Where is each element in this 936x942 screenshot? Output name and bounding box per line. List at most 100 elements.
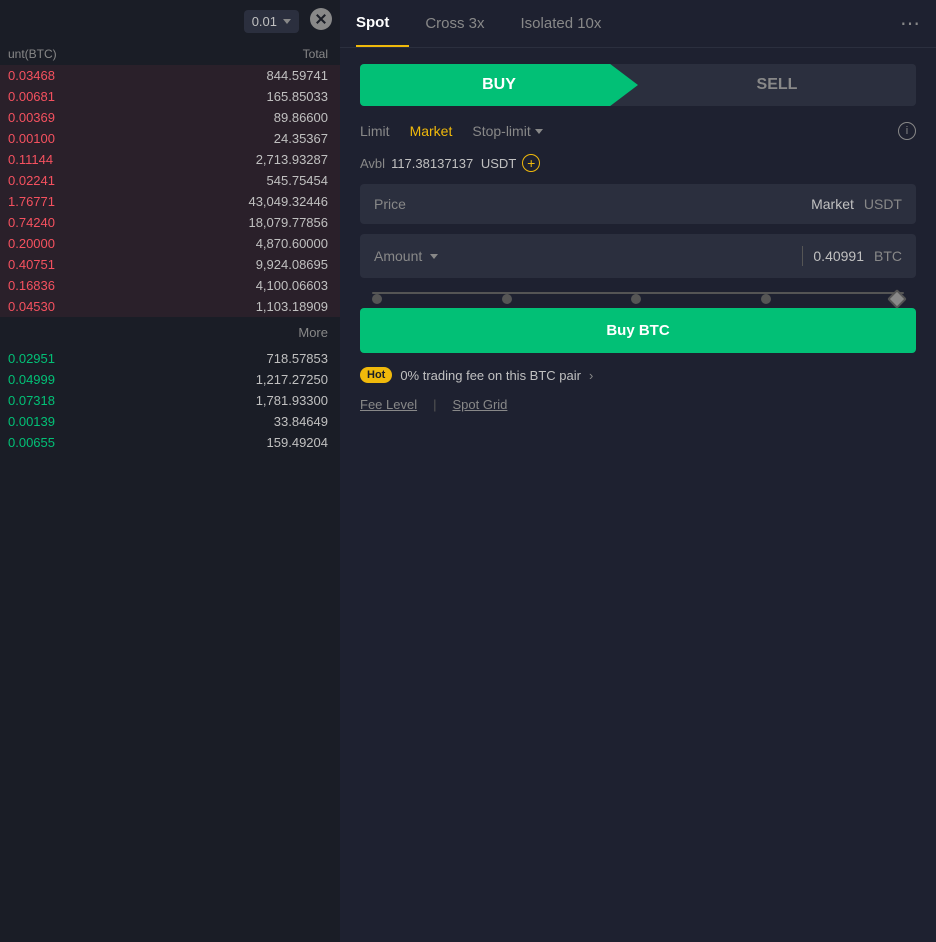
sell-orders: 0.03468844.597410.00681165.850330.003698… xyxy=(0,65,340,317)
buy-amount: 0.02951 xyxy=(8,351,168,366)
sell-amount: 0.02241 xyxy=(8,173,168,188)
col-amount-header: unt(BTC) xyxy=(8,47,168,61)
fee-level-link[interactable]: Fee Level xyxy=(360,397,417,412)
sell-amount: 0.16836 xyxy=(8,278,168,293)
price-selector[interactable]: 0.01 xyxy=(244,10,299,33)
amount-field[interactable]: Amount 0.40991 BTC xyxy=(360,234,916,278)
amount-right: 0.40991 BTC xyxy=(802,246,902,266)
orderbook-header: 0.01 ⋮ xyxy=(0,0,340,43)
sell-order-row[interactable]: 0.407519,924.08695 xyxy=(0,254,340,275)
amount-currency: BTC xyxy=(874,248,902,264)
hot-text: 0% trading fee on this BTC pair xyxy=(400,368,581,383)
amount-slider[interactable] xyxy=(360,292,916,294)
sell-order-row[interactable]: 0.7424018,079.77856 xyxy=(0,212,340,233)
link-separator: | xyxy=(433,397,436,412)
slider-dot-100[interactable] xyxy=(887,289,907,309)
buy-action-button[interactable]: Buy BTC xyxy=(360,308,916,353)
hot-row[interactable]: Hot 0% trading fee on this BTC pair › xyxy=(360,367,916,383)
buy-amount: 0.07318 xyxy=(8,393,168,408)
trading-panel: Spot Cross 3x Isolated 10x ⋯ BUY SELL Limit… xyxy=(340,0,936,942)
sell-amount: 0.20000 xyxy=(8,236,168,251)
sell-total: 545.75454 xyxy=(168,173,328,188)
sell-amount: 0.40751 xyxy=(8,257,168,272)
order-type-stoplimit[interactable]: Stop-limit xyxy=(472,123,542,139)
price-currency: USDT xyxy=(864,196,902,212)
amount-value: 0.40991 xyxy=(813,248,864,264)
table-header: unt(BTC) Total xyxy=(0,43,340,65)
trading-area: BUY SELL Limit Market Stop-limit i Avbl 11… xyxy=(340,48,936,942)
sell-amount: 0.74240 xyxy=(8,215,168,230)
slider-dot-0[interactable] xyxy=(372,294,382,304)
price-label: Price xyxy=(374,196,406,212)
price-right: Market USDT xyxy=(811,196,902,212)
sell-order-row[interactable]: 0.0036989.86600 xyxy=(0,107,340,128)
buy-order-row[interactable]: 0.073181,781.93300 xyxy=(0,390,340,411)
buy-order-row[interactable]: 0.049991,217.27250 xyxy=(0,369,340,390)
tab-isolated-10x[interactable]: Isolated 10x xyxy=(521,1,622,46)
sell-order-row[interactable]: 0.00681165.85033 xyxy=(0,86,340,107)
sell-amount: 0.04530 xyxy=(8,299,168,314)
hot-arrow: › xyxy=(589,368,593,383)
price-value-market: Market xyxy=(811,196,854,212)
more-label[interactable]: More xyxy=(0,317,340,348)
buy-amount: 0.00139 xyxy=(8,414,168,429)
sell-order-row[interactable]: 0.0010024.35367 xyxy=(0,128,340,149)
sell-order-row[interactable]: 0.03468844.59741 xyxy=(0,65,340,86)
sell-order-row[interactable]: 0.168364,100.06603 xyxy=(0,275,340,296)
price-value: 0.01 xyxy=(252,14,277,29)
sell-order-row[interactable]: 0.045301,103.18909 xyxy=(0,296,340,317)
buy-total: 33.84649 xyxy=(168,414,328,429)
sell-order-row[interactable]: 0.200004,870.60000 xyxy=(0,233,340,254)
sell-total: 844.59741 xyxy=(168,68,328,83)
slider-dot-75[interactable] xyxy=(761,294,771,304)
more-options-right[interactable]: ⋯ xyxy=(900,11,920,36)
buy-total: 1,217.27250 xyxy=(168,372,328,387)
sell-button[interactable]: SELL xyxy=(638,64,916,106)
buy-amount: 0.00655 xyxy=(8,435,168,450)
buy-button[interactable]: BUY xyxy=(360,64,638,106)
slider-dot-25[interactable] xyxy=(502,294,512,304)
slider-dots xyxy=(372,292,904,306)
sell-amount: 0.03468 xyxy=(8,68,168,83)
orderbook-panel: 0.01 ⋮ unt(BTC) Total 0.03468844.597410.… xyxy=(0,0,340,942)
tab-spot[interactable]: Spot xyxy=(356,0,409,47)
sell-total: 1,103.18909 xyxy=(168,299,328,314)
amount-dropdown-arrow xyxy=(430,254,438,259)
amount-divider xyxy=(802,246,803,266)
spot-grid-link[interactable]: Spot Grid xyxy=(452,397,507,412)
buy-order-row[interactable]: 0.02951718.57853 xyxy=(0,348,340,369)
sell-total: 4,100.06603 xyxy=(168,278,328,293)
buy-order-row[interactable]: 0.00655159.49204 xyxy=(0,432,340,453)
buy-sell-toggle: BUY SELL xyxy=(360,64,916,106)
sell-total: 24.35367 xyxy=(168,131,328,146)
trading-tabs-bar: Spot Cross 3x Isolated 10x ⋯ xyxy=(340,0,936,48)
bottom-links: Fee Level | Spot Grid xyxy=(360,397,916,412)
close-button[interactable] xyxy=(310,8,332,30)
tab-cross-3x[interactable]: Cross 3x xyxy=(425,1,504,46)
avbl-amount: 117.38137137 USDT xyxy=(391,156,516,171)
slider-dot-50[interactable] xyxy=(631,294,641,304)
sell-total: 9,924.08695 xyxy=(168,257,328,272)
info-icon[interactable]: i xyxy=(898,122,916,140)
sell-amount: 1.76771 xyxy=(8,194,168,209)
hot-badge: Hot xyxy=(360,367,392,383)
amount-label: Amount xyxy=(374,248,422,264)
order-type-bar: Limit Market Stop-limit i xyxy=(360,122,916,140)
buy-total: 159.49204 xyxy=(168,435,328,450)
add-funds-icon[interactable]: + xyxy=(522,154,540,172)
sell-total: 43,049.32446 xyxy=(168,194,328,209)
sell-total: 18,079.77856 xyxy=(168,215,328,230)
order-type-market[interactable]: Market xyxy=(410,123,453,139)
sell-total: 4,870.60000 xyxy=(168,236,328,251)
sell-order-row[interactable]: 1.7677143,049.32446 xyxy=(0,191,340,212)
order-type-limit[interactable]: Limit xyxy=(360,123,390,139)
slider-track xyxy=(372,292,904,294)
sell-amount: 0.00369 xyxy=(8,110,168,125)
buy-orders: 0.02951718.578530.049991,217.272500.0731… xyxy=(0,348,340,453)
avbl-label: Avbl xyxy=(360,156,385,171)
col-total-header: Total xyxy=(168,47,328,61)
sell-order-row[interactable]: 0.111442,713.93287 xyxy=(0,149,340,170)
buy-order-row[interactable]: 0.0013933.84649 xyxy=(0,411,340,432)
sell-order-row[interactable]: 0.02241545.75454 xyxy=(0,170,340,191)
sell-total: 89.86600 xyxy=(168,110,328,125)
